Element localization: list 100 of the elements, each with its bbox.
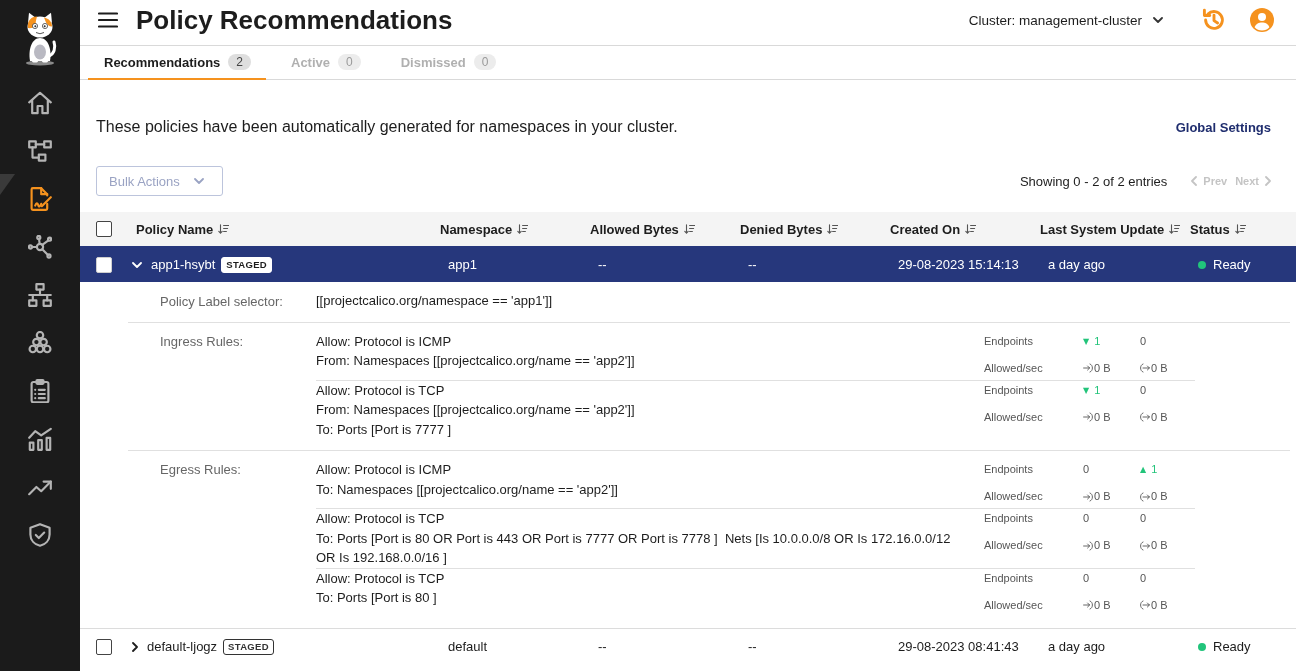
clipboard-list-icon[interactable]	[28, 379, 52, 403]
sort-icon[interactable]	[1234, 224, 1246, 234]
select-all-checkbox[interactable]	[96, 221, 112, 237]
column-header[interactable]: Allowed Bytes	[590, 221, 695, 237]
table-cell-text: default	[447, 639, 488, 654]
stat-value: 0	[1140, 570, 1147, 586]
stat-value: 0 B	[1094, 409, 1111, 425]
arrow-in-icon	[1083, 412, 1093, 422]
column-header[interactable]: Denied Bytes	[740, 221, 839, 237]
stat-value: 0	[1083, 462, 1090, 477]
stat-value: 0 B	[1094, 360, 1111, 376]
sort-icon[interactable]	[827, 224, 839, 234]
stat-value: 0 B	[1094, 538, 1111, 553]
stat-value: 0	[1083, 511, 1090, 526]
rule-text: From: Namespaces [[projectcalico.org/name == 'app2']]	[316, 352, 636, 370]
count-badge: 0	[338, 54, 361, 70]
stat-value: 0 B	[1151, 360, 1168, 376]
global-settings-link[interactable]: Global Settings	[1175, 119, 1271, 135]
field-label: Policy Label selector:	[160, 293, 283, 311]
section-label: Ingress Rules:	[160, 332, 244, 351]
stat-label: Allowed/sec	[984, 360, 1043, 376]
stat-label: Allowed/sec	[984, 538, 1043, 553]
count-badge: 2	[228, 54, 251, 70]
stat-value: 1	[1094, 333, 1101, 349]
stat-label: Allowed/sec	[984, 597, 1043, 613]
table-cell-text: --	[747, 639, 757, 654]
circles-pyramid-icon[interactable]	[28, 331, 52, 355]
arrow-out-icon	[1140, 540, 1150, 551]
menu-icon[interactable]	[98, 12, 118, 28]
arrow-in-icon	[1083, 600, 1093, 610]
table-cell-text: 29-08-2023 15:14:13	[897, 257, 1019, 272]
chevron-down-icon[interactable]	[132, 261, 142, 268]
sort-icon[interactable]	[965, 224, 977, 234]
selector-value: [[projectcalico.org/namespace == 'app1']]	[316, 292, 553, 310]
stat-value: 0	[1083, 570, 1090, 586]
stat-value: 0	[1140, 382, 1147, 398]
page-title: Policy Recommendations	[136, 4, 454, 36]
section-label: Egress Rules:	[160, 461, 241, 479]
network-nodes-icon[interactable]	[28, 235, 52, 259]
policy-name[interactable]: default-ljogz	[147, 639, 218, 654]
arrow-in-icon	[1083, 363, 1093, 373]
stat-label: Allowed/sec	[984, 489, 1043, 504]
stat-value: 0 B	[1094, 489, 1111, 504]
chevron-down-icon	[1153, 17, 1163, 23]
chevron-right-icon	[1265, 176, 1271, 186]
rule-text: Allow: Protocol is ICMP	[316, 461, 453, 479]
stat-value: 0 B	[1094, 597, 1111, 613]
stat-value: 0 B	[1151, 489, 1168, 504]
trend-marker: ▼	[1083, 384, 1090, 397]
stat-value: 0 B	[1151, 538, 1168, 553]
chevron-right-icon[interactable]	[132, 641, 138, 652]
table-cell-text: app1	[447, 257, 477, 272]
column-header[interactable]: Last System Update	[1040, 221, 1181, 237]
column-header[interactable]: Namespace	[440, 221, 529, 237]
sort-icon[interactable]	[218, 224, 230, 234]
stat-value: 0	[1140, 511, 1147, 526]
rule-text: Allow: Protocol is TCP	[316, 381, 446, 400]
table-cell-text: --	[747, 257, 757, 272]
sort-icon[interactable]	[683, 224, 695, 234]
sort-icon[interactable]	[517, 224, 529, 234]
arrow-out-icon	[1140, 412, 1150, 422]
arrow-out-icon	[1140, 491, 1150, 502]
column-header[interactable]: Policy Name	[136, 221, 230, 237]
column-header[interactable]: Created On	[890, 221, 977, 237]
table-cell-text: --	[597, 257, 607, 272]
count-badge: 0	[473, 54, 497, 70]
stat-value: 0 B	[1151, 409, 1168, 425]
rule-text: To: Ports [Port is 80 ]	[316, 589, 438, 607]
table-cell-text: a day ago	[1047, 639, 1106, 654]
tag-badge: STAGED	[223, 638, 274, 655]
arrow-in-icon	[1083, 540, 1093, 551]
status-text: Ready	[1213, 639, 1251, 654]
table-row[interactable]: default-ljogz STAGED default -- -- 29-08-2023 08:41:43 a day ago Ready	[80, 627, 1296, 665]
policy-name[interactable]: app1-hsybt	[151, 257, 216, 272]
rule-text: Allow: Protocol is TCP	[316, 569, 446, 588]
hierarchy-icon[interactable]	[28, 283, 52, 307]
stat-label: Endpoints	[984, 570, 1033, 586]
cluster-selector[interactable]: Cluster: management-cluster	[968, 6, 1163, 34]
shield-check-icon[interactable]	[28, 523, 52, 547]
flow-diagram-icon[interactable]	[28, 139, 52, 163]
table-cell-text: 29-08-2023 08:41:43	[897, 639, 1019, 654]
stat-label: Endpoints	[984, 462, 1033, 477]
column-header[interactable]: Status	[1190, 221, 1246, 237]
tab[interactable]: Recommendations 2	[88, 46, 266, 80]
sort-icon[interactable]	[1169, 224, 1181, 234]
home-icon[interactable]	[28, 91, 52, 115]
rule-text: To: Namespaces [[projectcalico.org/name == 'app2']]	[316, 480, 619, 499]
tag-badge: STAGED	[221, 256, 272, 273]
document-pen-icon[interactable]	[28, 187, 52, 211]
corner-triangle-icon	[0, 174, 15, 195]
trend-marker: ▼	[1083, 335, 1090, 348]
stat-value: 0 B	[1151, 597, 1168, 613]
chevron-left-icon	[1191, 176, 1198, 186]
stat-label: Allowed/sec	[984, 409, 1043, 425]
stat-value: 1	[1151, 462, 1158, 477]
row-checkbox[interactable]	[96, 638, 112, 655]
table-row[interactable]: app1-hsybt STAGED app1 -- -- 29-08-2023 15:14:13 a day ago Ready	[80, 246, 1296, 282]
rule-text: From: Namespaces [[projectcalico.org/name == 'app2']]	[316, 401, 636, 419]
rule-text: Allow: Protocol is ICMP	[316, 332, 453, 351]
chart-icon[interactable]	[28, 427, 52, 451]
